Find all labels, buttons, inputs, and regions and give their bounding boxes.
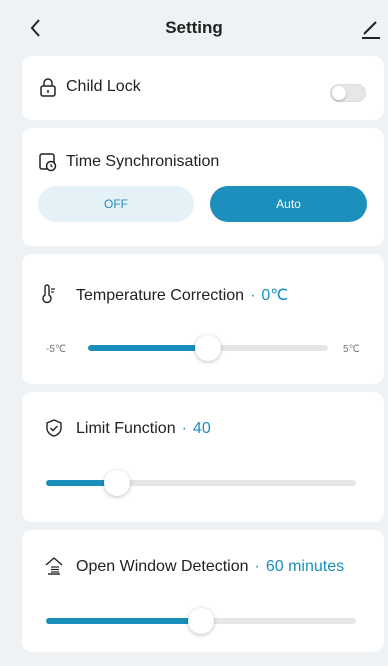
open-window-value: 60 minutes: [265, 558, 345, 575]
limit-function-slider-thumb[interactable]: [104, 470, 131, 496]
temperature-slider-thumb[interactable]: [195, 335, 221, 361]
window-home-icon: [45, 557, 63, 575]
temperature-correction-card: Temperature Correction · 0℃ -5℃ 5℃: [22, 254, 384, 384]
clock-calendar-icon: [39, 153, 57, 172]
temperature-max-label: 5℃: [343, 344, 360, 355]
thermometer-icon: [42, 284, 55, 304]
temperature-min-label: -5℃: [46, 344, 67, 355]
open-window-label: Open Window Detection: [76, 558, 249, 575]
open-window-row: Open Window Detection · 60 minutes: [76, 558, 344, 576]
shield-check-icon: [46, 419, 62, 437]
limit-function-label: Limit Function: [76, 420, 176, 437]
temperature-correction-label: Temperature Correction: [76, 287, 245, 304]
limit-function-value: 40: [192, 420, 211, 437]
time-sync-card: Time Synchronisation OFF Auto: [22, 128, 384, 246]
child-lock-label: Child Lock: [66, 78, 141, 95]
child-lock-card: Child Lock: [22, 56, 384, 120]
limit-function-card: Limit Function · 40: [22, 392, 384, 522]
open-window-card: Open Window Detection · 60 minutes: [22, 530, 384, 652]
page-title: Setting: [165, 18, 223, 37]
child-lock-toggle[interactable]: [330, 84, 366, 102]
limit-function-slider[interactable]: [46, 470, 356, 496]
open-window-slider-thumb[interactable]: [188, 608, 214, 634]
open-window-slider-fill: [46, 618, 201, 624]
separator-dot: ·: [250, 287, 256, 304]
time-sync-auto-button[interactable]: Auto: [210, 186, 367, 222]
open-window-slider[interactable]: [46, 608, 356, 634]
separator-dot: ·: [181, 420, 187, 437]
temperature-slider[interactable]: [88, 335, 328, 361]
separator-dot: ·: [254, 558, 260, 575]
toggle-knob: [332, 86, 346, 100]
limit-function-row: Limit Function · 40: [76, 420, 211, 438]
edit-icon[interactable]: [360, 18, 382, 40]
time-sync-label: Time Synchronisation: [66, 153, 220, 170]
lock-icon: [40, 78, 56, 97]
temperature-correction-value: 0℃: [261, 287, 289, 304]
temperature-correction-row: Temperature Correction · 0℃: [76, 285, 288, 305]
time-sync-off-button[interactable]: OFF: [38, 186, 194, 222]
temperature-slider-fill: [88, 345, 208, 351]
top-bar: Setting: [0, 0, 388, 56]
